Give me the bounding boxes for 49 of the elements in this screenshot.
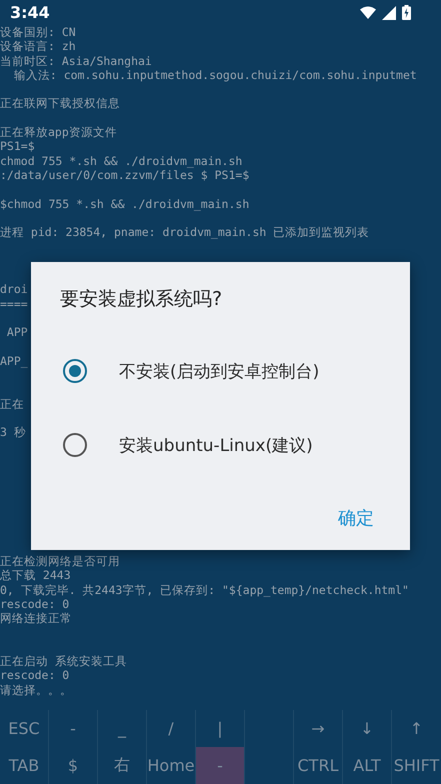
status-time: 3:44 [10,3,50,22]
terminal-line: rescode: 0 [0,596,70,611]
battery-charging-icon [402,5,411,20]
radio-button[interactable] [63,359,87,383]
confirm-button[interactable]: 确定 [336,502,376,534]
extra-key[interactable]: _ [98,710,147,747]
radio-button[interactable] [63,433,87,457]
extra-key[interactable]: SHIFT [392,747,441,784]
extra-key[interactable]: - [196,747,245,784]
terminal-line: PS1=$ [0,139,35,154]
option-label[interactable]: 不安装(启动到安卓控制台) [119,360,320,382]
extra-key[interactable]: → [294,710,343,747]
extra-key[interactable]: ↓ [343,710,392,747]
dialog-title: 要安装虚拟系统吗? [60,287,224,312]
terminal-line: :/data/user/0/com.zzvm/files $ PS1=$ [0,168,250,182]
extra-key[interactable]: CTRL [294,747,343,784]
signal-icon [382,6,396,20]
wifi-icon [360,6,376,19]
extra-key[interactable]: ALT [343,747,392,784]
extra-key[interactable]: 右 [98,747,147,784]
terminal-line: 网络连接正常 [0,611,72,626]
terminal-line: ==== [0,296,28,311]
terminal-line: 总下载 2443 [0,568,71,582]
option-label[interactable]: 安装ubuntu-Linux(建议) [119,434,313,456]
terminal-line: 正在启动 系统安装工具 [0,654,127,668]
extra-key[interactable]: TAB [0,747,49,784]
terminal-line: 设备语言: zh [0,39,76,54]
terminal-line: 进程 pid: 23854, pname: droidvm_main.sh 已添加到监视列表 [0,225,370,240]
terminal-line: 当前时区: Asia/Shanghai [0,54,152,68]
extra-key[interactable]: ↑ [392,710,441,747]
terminal-line: droi [0,282,28,296]
terminal-line: 0, 下载完毕. 共2443字节, 已保存到: "${app_temp}/netcheck.html" [0,582,409,597]
terminal-line: 请选择。。。 [0,682,72,697]
terminal-line: 输入法: com.sohu.inputmethod.sogou.chuizi/com.sohu.inputmet [12,68,417,82]
terminal-line: APP [6,325,28,340]
terminal-line: 3 秒 [0,425,26,440]
terminal-line: 设备国别: CN [0,25,76,39]
extra-key[interactable]: - [49,710,98,747]
terminal-line: 正在释放app资源文件 [0,125,117,140]
terminal-line: APP_ [0,354,28,368]
terminal-line: chmod 755 *.sh && ./droidvm_main.sh [0,154,242,168]
terminal-line: 正在 [0,396,24,411]
terminal-line: $chmod 755 *.sh && ./droidvm_main.sh [0,196,250,211]
extra-key[interactable]: $ [49,747,98,784]
terminal-line: 正在联网下载授权信息 [0,96,120,110]
extra-key[interactable]: ESC [0,710,49,747]
terminal-line: 正在检测网络是否可用 [0,554,120,568]
terminal-line: rescode: 0 [0,668,70,682]
extra-key[interactable]: / [147,710,196,747]
